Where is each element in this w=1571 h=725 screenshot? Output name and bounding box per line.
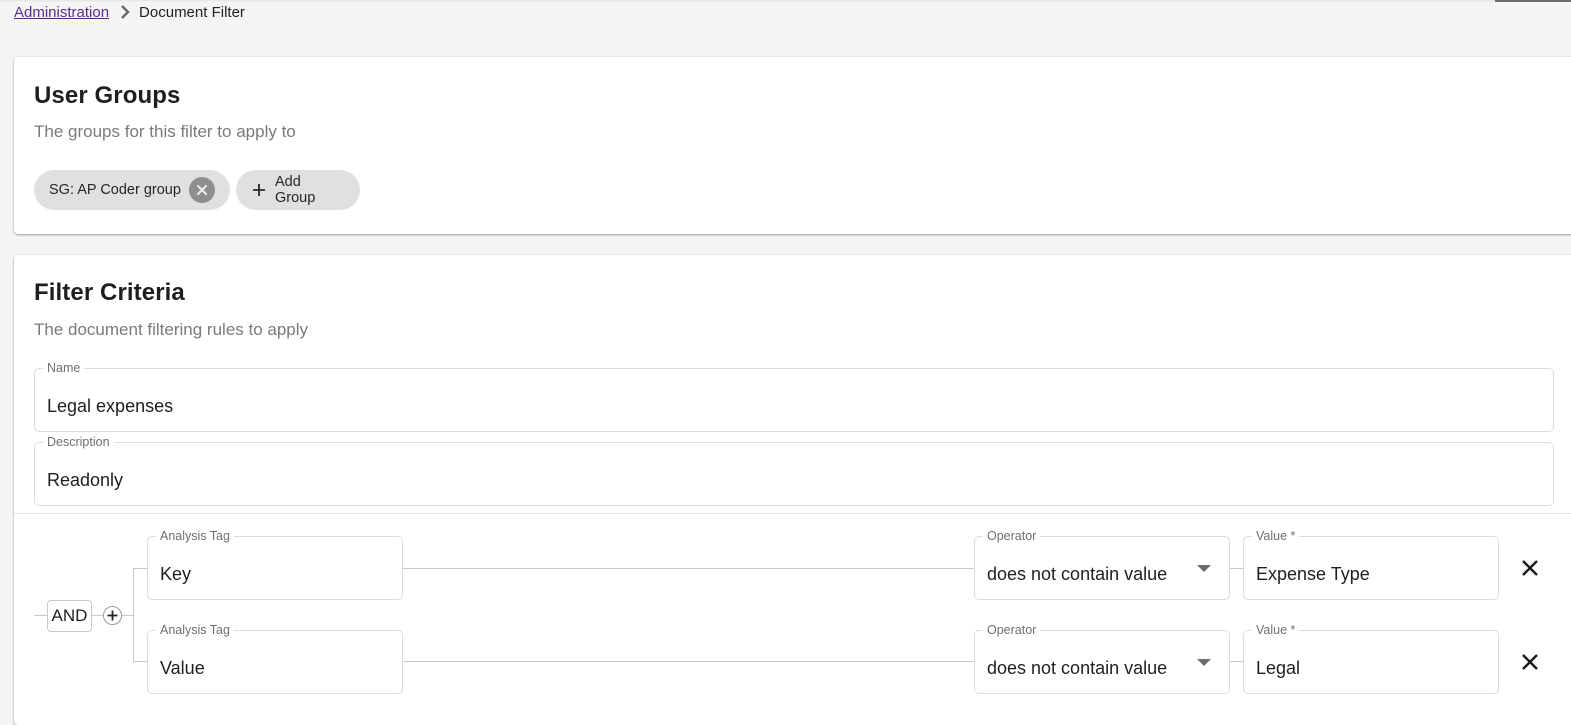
value-input[interactable] xyxy=(1256,563,1486,585)
name-input[interactable] xyxy=(47,395,1541,417)
tree-connector xyxy=(403,661,974,662)
rule-operator-select[interactable]: Operator does not contain value xyxy=(974,622,1230,694)
dropdown-arrow-icon[interactable] xyxy=(1197,659,1211,666)
remove-rule-button[interactable] xyxy=(1518,556,1542,580)
description-input[interactable] xyxy=(47,469,1541,491)
description-field-label: Description xyxy=(43,434,114,450)
name-field-label: Name xyxy=(43,360,85,376)
add-group-label: Add Group xyxy=(274,174,316,206)
operator-value: does not contain value xyxy=(987,658,1168,678)
add-group-button[interactable]: Add Group xyxy=(236,170,360,210)
close-icon xyxy=(1522,654,1538,670)
description-field[interactable]: Description xyxy=(34,434,1554,506)
tree-connector xyxy=(133,568,134,662)
analysis-tag-input[interactable] xyxy=(160,657,390,679)
filter-criteria-card: Filter Criteria The document filtering r… xyxy=(14,255,1571,725)
plus-icon xyxy=(107,610,118,621)
tree-connector xyxy=(133,661,147,662)
dropdown-arrow-icon[interactable] xyxy=(1197,565,1211,572)
remove-rule-button[interactable] xyxy=(1518,650,1542,674)
user-groups-card: User Groups The groups for this filter t… xyxy=(14,57,1571,234)
group-chip-label: SG: AP Coder group xyxy=(49,182,181,198)
value-input[interactable] xyxy=(1256,657,1486,679)
user-groups-subtitle: The groups for this filter to apply to xyxy=(34,122,296,141)
group-chip-list: SG: AP Coder group Add Group xyxy=(34,170,360,210)
logic-operator-toggle[interactable]: AND xyxy=(47,600,92,632)
analysis-tag-label: Analysis Tag xyxy=(156,622,234,638)
section-divider xyxy=(14,513,1571,514)
add-rule-button[interactable] xyxy=(103,606,122,625)
plus-icon xyxy=(252,184,265,196)
value-label: Value * xyxy=(1252,528,1300,544)
rule-analysis-tag-field[interactable]: Analysis Tag xyxy=(147,622,403,694)
rule-value-field[interactable]: Value * xyxy=(1243,622,1499,694)
rule-operator-select[interactable]: Operator does not contain value xyxy=(974,528,1230,600)
user-groups-title: User Groups xyxy=(34,82,181,109)
tree-connector xyxy=(403,568,974,569)
rule-analysis-tag-field[interactable]: Analysis Tag xyxy=(147,528,403,600)
tree-connector xyxy=(122,615,133,616)
filter-criteria-subtitle: The document filtering rules to apply xyxy=(34,320,309,339)
operator-label: Operator xyxy=(983,622,1041,638)
operator-value: does not contain value xyxy=(987,564,1168,584)
tree-connector xyxy=(34,615,47,616)
remove-group-icon[interactable] xyxy=(188,177,215,203)
tree-connector xyxy=(92,615,103,616)
operator-label: Operator xyxy=(983,528,1041,544)
close-icon xyxy=(1522,560,1538,576)
chevron-right-icon xyxy=(115,2,135,22)
group-chip[interactable]: SG: AP Coder group xyxy=(34,170,230,210)
tree-connector xyxy=(1230,568,1243,569)
breadcrumb-current: Document Filter xyxy=(139,3,245,21)
rule-value-field[interactable]: Value * xyxy=(1243,528,1499,600)
filter-criteria-title: Filter Criteria xyxy=(34,279,185,306)
analysis-tag-input[interactable] xyxy=(160,563,390,585)
analysis-tag-label: Analysis Tag xyxy=(156,528,234,544)
breadcrumb-administration-link[interactable]: Administration xyxy=(14,4,109,21)
name-field[interactable]: Name xyxy=(34,360,1554,432)
breadcrumb: Administration Document Filter xyxy=(14,2,245,22)
value-label: Value * xyxy=(1252,622,1300,638)
tree-connector xyxy=(1230,661,1243,662)
tree-connector xyxy=(133,568,147,569)
top-bar-tab-indicator xyxy=(1495,0,1571,2)
